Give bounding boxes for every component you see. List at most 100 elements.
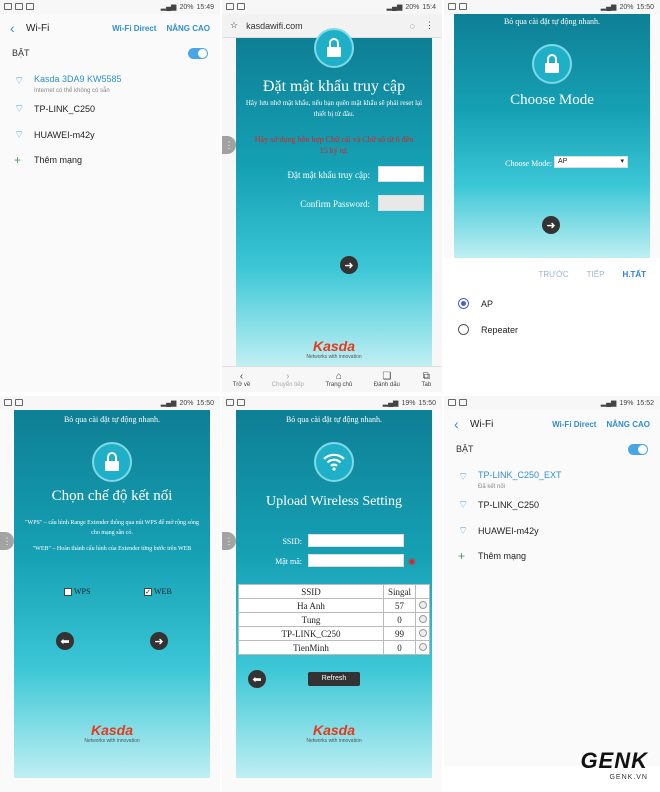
back-icon[interactable]: ‹: [454, 416, 470, 432]
side-menu-handle[interactable]: ⋮: [222, 136, 236, 154]
side-menu-handle[interactable]: ⋮: [0, 532, 14, 550]
network-name: HUAWEI-m42y: [34, 130, 95, 140]
status-bar: ▂▄▆ 19% 15:50: [222, 396, 442, 410]
add-network-label: Thêm mạng: [478, 551, 527, 561]
next-arrow-button[interactable]: ➜: [150, 632, 168, 650]
nav-forward[interactable]: › Chuyển tiếp: [272, 371, 304, 388]
lock-icon: [92, 442, 132, 482]
wifi-direct-link[interactable]: Wi-Fi Direct: [552, 420, 596, 429]
mode-select[interactable]: AP ▾: [554, 156, 628, 168]
plus-icon: +: [458, 549, 466, 563]
network-name: TP-LINK_C250: [34, 104, 96, 114]
web-content: Đặt mật khẩu truy cập Hãy lưu nhớ mật kh…: [236, 28, 432, 366]
web-content: Bỏ qua cài đặt tự động nhanh. Choose Mod…: [454, 14, 650, 258]
radio-selected-icon[interactable]: [458, 298, 469, 309]
next-button[interactable]: TIẾP: [587, 270, 605, 279]
status-bar: ▂▄▆ 20% 15:4: [222, 0, 442, 14]
table-row[interactable]: TP-LINK_C250 99: [238, 626, 430, 641]
table-header-row: SSID Singal: [238, 584, 430, 599]
ssid-table: SSID Singal Ha Anh 57 Tung 0 TP-LINK_C250 99…: [238, 584, 430, 655]
wifi-toggle-row[interactable]: BẬT: [444, 438, 660, 460]
clock: 15:50: [196, 399, 214, 407]
forward-arrow-icon: ›: [286, 371, 290, 382]
wifi-direct-link[interactable]: Wi-Fi Direct: [112, 24, 156, 33]
reload-icon[interactable]: ◌: [410, 21, 415, 31]
table-row[interactable]: Ha Anh 57: [238, 598, 430, 613]
nav-back[interactable]: ‹ Trở về: [233, 371, 250, 388]
back-arrow-button[interactable]: ⬅: [56, 632, 74, 650]
network-name: Kasda 3DA9 KW5585: [34, 73, 122, 84]
network-status: Internet có thể không có sẵn: [34, 87, 110, 94]
option-ap[interactable]: AP: [458, 298, 493, 309]
advanced-link[interactable]: NÂNG CAO: [166, 24, 210, 33]
skip-link[interactable]: Bỏ qua cài đặt tự động nhanh.: [14, 414, 210, 425]
wifi-lock-icon: ⌔: [14, 129, 25, 141]
page-title: Wi-Fi: [26, 22, 50, 34]
back-arrow-button[interactable]: ⬅: [248, 670, 266, 688]
nav-bookmarks[interactable]: ❏ Đánh dấu: [374, 371, 400, 388]
ssid-label: SSID:: [282, 537, 302, 546]
wifi-toggle-row[interactable]: BẬT: [0, 42, 220, 64]
add-network-item[interactable]: + Thêm mạng: [0, 147, 220, 173]
network-name: TP-LINK_C250: [478, 500, 540, 510]
web-checkbox-checked[interactable]: ✓: [144, 588, 152, 597]
finish-button[interactable]: H.TẤT: [622, 270, 646, 279]
next-arrow-button[interactable]: ➜: [542, 216, 560, 234]
refresh-button[interactable]: Refresh: [308, 672, 360, 686]
genk-watermark: GENK GENK.VN: [580, 748, 648, 781]
web-option[interactable]: ✓ WEB: [144, 586, 172, 597]
description: Hãy lưu nhớ mật khẩu, nếu bạn quên mật k…: [245, 99, 423, 118]
skip-link[interactable]: Bỏ qua cài đặt tự động nhanh.: [236, 414, 432, 425]
nav-home[interactable]: ⌂ Trang chủ: [325, 371, 352, 388]
ssid-input[interactable]: [308, 534, 404, 547]
battery-level: 20%: [179, 3, 194, 11]
radio-icon[interactable]: [418, 642, 427, 651]
page-title: Wi-Fi: [470, 418, 494, 430]
radio-icon[interactable]: [418, 600, 427, 609]
more-icon[interactable]: ⋮: [425, 20, 434, 31]
wps-checkbox[interactable]: [64, 588, 72, 597]
signal-icon: ▂▄▆: [600, 4, 617, 11]
back-icon[interactable]: ‹: [10, 20, 26, 36]
wifi-warning-icon: ⌔: [14, 75, 25, 87]
nav-tabs[interactable]: ⧉ Tab: [421, 371, 431, 388]
lock-icon: [532, 44, 572, 84]
next-arrow-button[interactable]: ➜: [340, 256, 358, 274]
network-item[interactable]: ⌔ Kasda 3DA9 KW5585 Internet có thể không…: [0, 68, 220, 94]
side-menu-handle[interactable]: ⋮: [222, 532, 236, 550]
network-item[interactable]: ⌔ TP-LINK_C250_EXT Đã kết nối: [444, 464, 660, 490]
option-repeater[interactable]: Repeater: [458, 324, 518, 335]
radio-icon[interactable]: [458, 324, 469, 335]
mode-dialog: TRƯỚC TIẾP H.TẤT AP Repeater: [444, 258, 660, 392]
password-input[interactable]: [378, 166, 424, 182]
wifi-toggle[interactable]: [628, 443, 648, 455]
mode-label: Choose Mode:: [505, 159, 552, 168]
page-title: Choose Mode: [510, 92, 594, 108]
advanced-link[interactable]: NÂNG CAO: [606, 420, 650, 429]
radio-icon[interactable]: [418, 614, 427, 623]
wps-option[interactable]: WPS: [64, 586, 90, 597]
radio-icon[interactable]: [418, 628, 427, 637]
skip-link[interactable]: Bỏ qua cài đặt tự động nhanh.: [454, 16, 650, 27]
table-row[interactable]: Tung 0: [238, 612, 430, 627]
password-input[interactable]: [308, 554, 404, 567]
network-item[interactable]: ⌔ TP-LINK_C250: [0, 96, 220, 122]
prev-button[interactable]: TRƯỚC: [539, 270, 569, 279]
page-icon: ☆: [230, 20, 239, 30]
table-row[interactable]: TienMinh 0: [238, 640, 430, 655]
battery-level: 20%: [619, 3, 634, 11]
network-item[interactable]: ⌔ HUAWEI-m42y: [444, 518, 660, 544]
signal-icon: ▂▄▆: [382, 400, 399, 407]
network-item[interactable]: ⌔ TP-LINK_C250: [444, 492, 660, 518]
wifi-lock-icon: ⌔: [458, 499, 469, 511]
add-network-item[interactable]: + Thêm mạng: [444, 543, 660, 569]
show-password-eye-icon[interactable]: ◉: [408, 556, 416, 567]
wifi-settings-panel-2: ▂▄▆ 19% 15:52 ‹ Wi-Fi Wi-Fi Direct NÂNG …: [444, 396, 660, 766]
wifi-toggle[interactable]: [188, 47, 208, 59]
back-arrow-icon: ‹: [239, 371, 244, 382]
wifi-settings-panel-1: ▂▄▆ 20% 15:49 ‹ Wi-Fi Wi-Fi Direct NÂNG …: [0, 0, 220, 392]
confirm-password-input[interactable]: [378, 195, 424, 211]
wifi-lock-icon: ⌔: [14, 103, 25, 115]
network-item[interactable]: ⌔ HUAWEI-m42y: [0, 122, 220, 148]
status-bar: ▂▄▆ 20% 15:50: [444, 0, 660, 14]
